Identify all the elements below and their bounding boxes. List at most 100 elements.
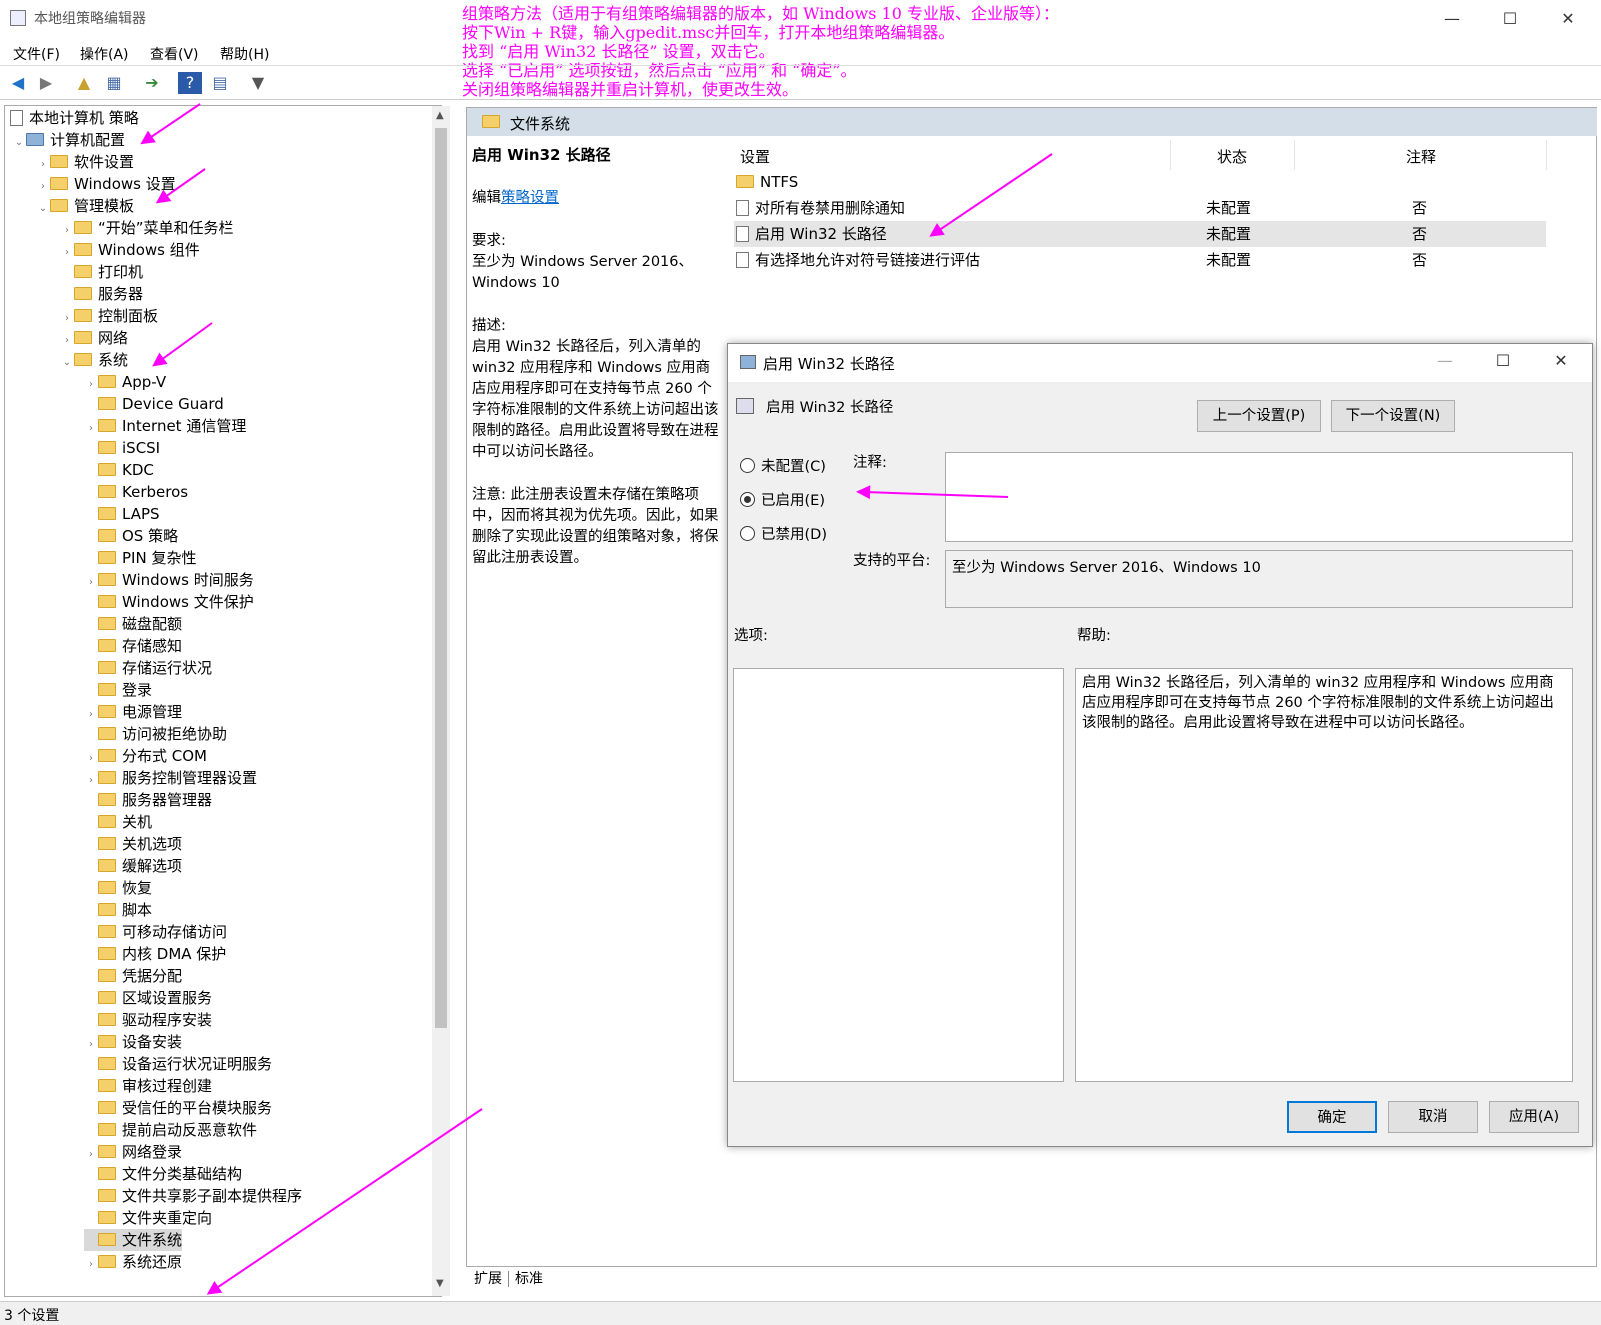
- tree-item[interactable]: › 控制面板: [60, 305, 158, 327]
- edit-policy-link[interactable]: 策略设置: [501, 190, 559, 206]
- tree-software[interactable]: › 软件设置: [36, 151, 134, 173]
- export-list-icon[interactable]: ➔: [140, 72, 164, 94]
- tree-item[interactable]: › 设备安装: [84, 1031, 182, 1053]
- not-configured-label[interactable]: 未配置(C): [761, 455, 826, 476]
- column-state[interactable]: 状态: [1217, 146, 1247, 167]
- column-setting[interactable]: 设置: [740, 146, 770, 167]
- tree-item[interactable]: 服务器: [60, 283, 143, 305]
- tree-item[interactable]: 文件分类基础结构: [84, 1163, 242, 1185]
- tree-item[interactable]: iSCSI: [84, 437, 160, 459]
- tree-item[interactable]: OS 策略: [84, 525, 178, 547]
- tree-item[interactable]: 受信任的平台模块服务: [84, 1097, 272, 1119]
- back-icon[interactable]: ◀: [6, 72, 30, 94]
- tree-item[interactable]: 缓解选项: [84, 855, 182, 877]
- disabled-label[interactable]: 已禁用(D): [761, 523, 827, 544]
- chevron-down-icon[interactable]: ⌄: [12, 132, 26, 154]
- tree-scrollbar-thumb[interactable]: [435, 128, 447, 1028]
- tree-item[interactable]: Device Guard: [84, 393, 224, 415]
- apply-button[interactable]: 应用(A): [1489, 1101, 1579, 1133]
- help-icon[interactable]: ?: [178, 72, 202, 94]
- ok-button[interactable]: 确定: [1287, 1101, 1377, 1133]
- tree-item[interactable]: 打印机: [60, 261, 143, 283]
- tree-item[interactable]: 恢复: [84, 877, 152, 899]
- previous-setting-button[interactable]: 上一个设置(P): [1197, 400, 1321, 432]
- show-hide-tree-icon[interactable]: ▦: [102, 72, 126, 94]
- maximize-button[interactable]: ☐: [1490, 4, 1530, 34]
- chevron-right-icon[interactable]: ›: [84, 1254, 98, 1276]
- next-setting-button[interactable]: 下一个设置(N): [1331, 400, 1455, 432]
- tree-windows-settings[interactable]: › Windows 设置: [36, 173, 176, 195]
- tree-item[interactable]: 关机: [84, 811, 152, 833]
- tree-item[interactable]: › Internet 通信管理: [84, 415, 246, 437]
- tree-item[interactable]: 关机选项: [84, 833, 182, 855]
- disabled-radio[interactable]: [740, 526, 755, 541]
- minimize-button[interactable]: —: [1432, 4, 1472, 34]
- column-comment[interactable]: 注释: [1406, 146, 1436, 167]
- tree-item-selected[interactable]: 文件系统: [84, 1229, 183, 1251]
- tree-item[interactable]: 登录: [84, 679, 152, 701]
- tree-item[interactable]: LAPS: [84, 503, 160, 525]
- tree-item[interactable]: 可移动存储访问: [84, 921, 227, 943]
- list-item-folder[interactable]: NTFS: [736, 170, 798, 194]
- tree-admin-templates[interactable]: ⌄ 管理模板: [36, 195, 134, 217]
- tree-item[interactable]: 文件夹重定向: [84, 1207, 212, 1229]
- tree-item[interactable]: 脚本: [84, 899, 152, 921]
- tree-item[interactable]: 设备运行状况证明服务: [84, 1053, 272, 1075]
- tree-item[interactable]: 区域设置服务: [84, 987, 212, 1009]
- enabled-label[interactable]: 已启用(E): [761, 489, 825, 510]
- tree-item[interactable]: › Windows 时间服务: [84, 569, 254, 591]
- cancel-button[interactable]: 取消: [1388, 1101, 1478, 1133]
- tree-item[interactable]: › 服务控制管理器设置: [84, 767, 257, 789]
- tree-item[interactable]: ⌄ 系统: [60, 349, 128, 371]
- chevron-down-icon[interactable]: ⌄: [60, 352, 74, 374]
- filter-icon[interactable]: ▼: [246, 72, 270, 94]
- tree-item[interactable]: › 网络登录: [84, 1141, 182, 1163]
- scroll-up-icon[interactable]: ▲: [436, 110, 444, 121]
- tree-item[interactable]: Kerberos: [84, 481, 188, 503]
- tree-item[interactable]: › 系统还原: [84, 1251, 182, 1273]
- dialog-maximize-button[interactable]: ☐: [1483, 346, 1523, 376]
- menu-view[interactable]: 查看(V): [150, 44, 199, 64]
- up-folder-icon[interactable]: ▲: [72, 72, 96, 94]
- menu-file[interactable]: 文件(F): [13, 44, 60, 64]
- tree-item[interactable]: › 网络: [60, 327, 128, 349]
- scroll-down-icon[interactable]: ▼: [436, 1278, 444, 1289]
- tree-item[interactable]: KDC: [84, 459, 154, 481]
- tab-standard[interactable]: 标准: [509, 1271, 549, 1287]
- tree-item[interactable]: › 分布式 COM: [84, 745, 207, 767]
- tree-item[interactable]: 存储运行状况: [84, 657, 212, 679]
- tree-item[interactable]: 凭据分配: [84, 965, 182, 987]
- list-item-name[interactable]: 有选择地允许对符号链接进行评估: [736, 248, 980, 272]
- tree-computer-config[interactable]: ⌄ 计算机配置: [12, 129, 125, 151]
- tree-root[interactable]: 本地计算机 策略: [10, 107, 139, 129]
- dialog-close-button[interactable]: ✕: [1541, 346, 1581, 376]
- list-item-name[interactable]: 对所有卷禁用删除通知: [736, 196, 905, 220]
- menu-action[interactable]: 操作(A): [80, 44, 129, 64]
- list-item-name[interactable]: 启用 Win32 长路径: [736, 222, 887, 246]
- tree-item[interactable]: Windows 文件保护: [84, 591, 254, 613]
- tree-item[interactable]: 审核过程创建: [84, 1075, 212, 1097]
- enabled-radio[interactable]: [740, 492, 755, 507]
- tree-item[interactable]: PIN 复杂性: [84, 547, 196, 569]
- tree-item[interactable]: › App-V: [84, 371, 166, 393]
- tree-item[interactable]: 磁盘配额: [84, 613, 182, 635]
- tree-item[interactable]: 访问被拒绝协助: [84, 723, 227, 745]
- tree-item[interactable]: 驱动程序安装: [84, 1009, 212, 1031]
- close-button[interactable]: ✕: [1548, 4, 1588, 34]
- forward-icon[interactable]: ▶: [34, 72, 58, 94]
- tree-item[interactable]: › Windows 组件: [60, 239, 200, 261]
- menu-help[interactable]: 帮助(H): [220, 44, 269, 64]
- comment-field[interactable]: [945, 452, 1573, 542]
- tree-item[interactable]: 内核 DMA 保护: [84, 943, 226, 965]
- not-configured-radio[interactable]: [740, 458, 755, 473]
- tree-item[interactable]: › 电源管理: [84, 701, 182, 723]
- chevron-down-icon[interactable]: ⌄: [36, 198, 50, 220]
- tree-item[interactable]: 存储感知: [84, 635, 182, 657]
- tree-item[interactable]: 服务器管理器: [84, 789, 212, 811]
- dialog-minimize-button[interactable]: —: [1425, 346, 1465, 376]
- tree-item[interactable]: 提前启动反恶意软件: [84, 1119, 257, 1141]
- tree-item[interactable]: › “开始”菜单和任务栏: [60, 217, 234, 239]
- tab-extended[interactable]: 扩展: [468, 1271, 509, 1287]
- properties-icon[interactable]: ▤: [208, 72, 232, 94]
- tree-item[interactable]: 文件共享影子副本提供程序: [84, 1185, 302, 1207]
